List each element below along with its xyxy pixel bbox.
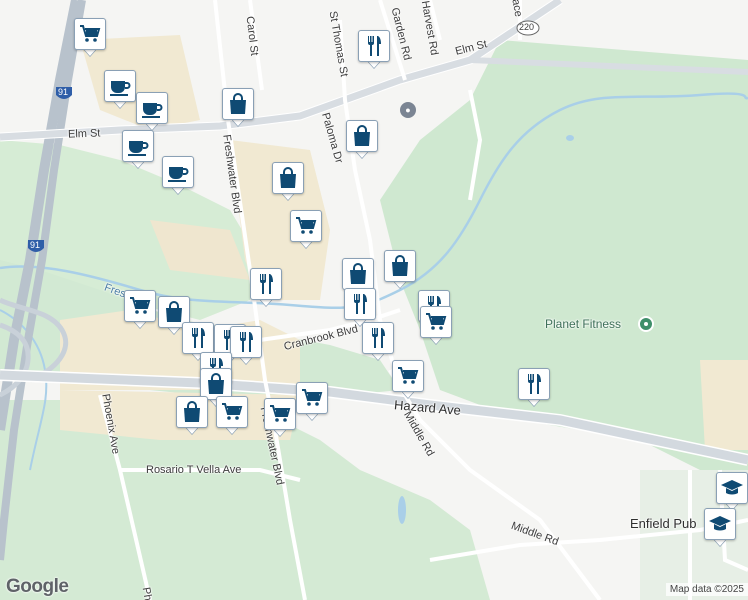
shopping-bag-icon <box>272 162 304 194</box>
shopping-cart-icon <box>264 398 296 430</box>
fork-knife-icon <box>518 368 550 400</box>
shopping-cart-icon <box>290 210 322 242</box>
fork-knife-icon <box>358 30 390 62</box>
fork-knife-icon <box>250 268 282 300</box>
road-label-rosario-t-vella-ave: Rosario T Vella Ave <box>146 464 242 476</box>
place-label-planet-fitness[interactable]: Planet Fitness <box>545 317 621 331</box>
shopping-bag-icon <box>384 250 416 282</box>
shopping-bag-icon <box>342 258 374 290</box>
shopping-cart-icon <box>216 396 248 428</box>
graduation-cap-marker[interactable] <box>716 472 748 512</box>
fork-knife-icon <box>344 288 376 320</box>
fork-knife-marker[interactable] <box>358 30 390 70</box>
map-attribution[interactable]: Map data ©2025 <box>665 583 748 596</box>
fork-knife-marker[interactable] <box>230 326 262 366</box>
shopping-cart-icon <box>392 360 424 392</box>
shopping-cart-marker[interactable] <box>392 360 424 400</box>
shopping-cart-icon <box>296 382 328 414</box>
shopping-bag-marker[interactable] <box>346 120 378 160</box>
shopping-cart-marker[interactable] <box>290 210 322 250</box>
shopping-bag-icon <box>222 88 254 120</box>
fork-knife-icon <box>362 322 394 354</box>
coffee-cup-icon <box>104 70 136 102</box>
road-label-place-partial: ace <box>509 0 525 18</box>
coffee-cup-marker[interactable] <box>104 70 136 110</box>
road-label-elm-st-west: Elm St <box>67 127 101 141</box>
shopping-cart-marker[interactable] <box>264 398 296 438</box>
road-label-phoenix-partial: Ph <box>139 586 154 600</box>
shopping-cart-icon <box>124 290 156 322</box>
highway-label-91-north: 91 <box>58 87 69 97</box>
google-logo: Google <box>6 576 69 597</box>
fork-knife-marker[interactable] <box>250 268 282 308</box>
shopping-cart-marker[interactable] <box>74 18 106 58</box>
shopping-cart-icon <box>420 306 452 338</box>
graduation-cap-marker[interactable] <box>704 508 736 548</box>
coffee-cup-marker[interactable] <box>162 156 194 196</box>
coffee-cup-icon <box>162 156 194 188</box>
shopping-cart-marker[interactable] <box>124 290 156 330</box>
fork-knife-icon <box>182 322 214 354</box>
shopping-cart-marker[interactable] <box>296 382 328 422</box>
university-pin-icon[interactable]: ● <box>400 102 416 118</box>
shopping-cart-marker[interactable] <box>216 396 248 436</box>
fitness-pin-icon[interactable] <box>638 316 654 332</box>
shopping-bag-marker[interactable] <box>222 88 254 128</box>
highway-label-91-south: 91 <box>30 240 41 250</box>
graduation-cap-icon <box>716 472 748 504</box>
fork-knife-marker[interactable] <box>362 322 394 362</box>
place-label-enfield-public[interactable]: Enfield Pub <box>630 516 697 531</box>
shopping-bag-marker[interactable] <box>176 396 208 436</box>
fork-knife-marker[interactable] <box>518 368 550 408</box>
graduation-cap-icon <box>704 508 736 540</box>
coffee-cup-icon <box>136 92 168 124</box>
shopping-bag-marker[interactable] <box>384 250 416 290</box>
road-label-route-220: 220 <box>519 22 535 32</box>
coffee-cup-marker[interactable] <box>136 92 168 132</box>
map-canvas[interactable]: Elm St Elm St Carol St St Thomas St Palo… <box>0 0 748 600</box>
coffee-cup-icon <box>122 130 154 162</box>
fork-knife-icon <box>230 326 262 358</box>
coffee-cup-marker[interactable] <box>122 130 154 170</box>
shopping-bag-icon <box>176 396 208 428</box>
shopping-bag-marker[interactable] <box>272 162 304 202</box>
shopping-bag-icon <box>346 120 378 152</box>
shopping-cart-marker[interactable] <box>420 306 452 346</box>
shopping-cart-icon <box>74 18 106 50</box>
